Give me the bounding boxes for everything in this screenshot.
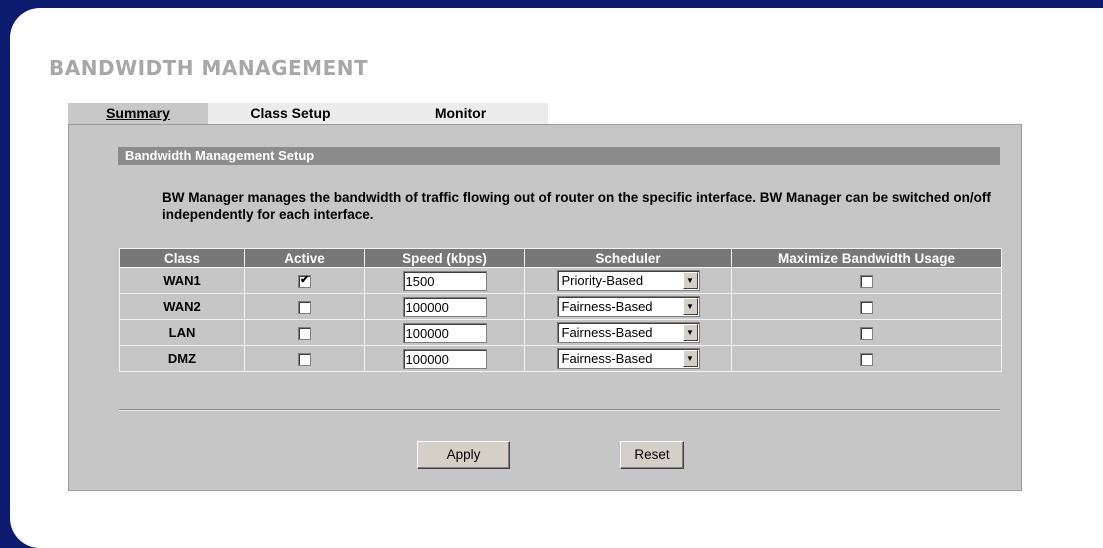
- scheduler-select[interactable]: Fairness-Based ▼: [556, 348, 700, 369]
- dropdown-arrow-icon: ▼: [682, 324, 698, 341]
- maximize-checkbox[interactable]: [860, 353, 873, 367]
- tab-monitor[interactable]: Monitor: [373, 103, 548, 124]
- table-row: LAN 100000 Fairness-Based ▼: [119, 319, 1002, 346]
- scheduler-value: Fairness-Based: [561, 351, 653, 366]
- bandwidth-table: Class Active Speed (kbps) Scheduler Maxi…: [119, 248, 1002, 372]
- maximize-checkbox[interactable]: [860, 301, 873, 315]
- tab-class-setup[interactable]: Class Setup: [208, 103, 373, 124]
- tab-monitor-label: Monitor: [434, 105, 487, 121]
- section-title: Bandwidth Management Setup: [118, 147, 1000, 165]
- scheduler-select[interactable]: Fairness-Based ▼: [556, 322, 700, 343]
- maximize-checkbox[interactable]: [860, 327, 873, 341]
- active-checkbox[interactable]: [298, 301, 311, 315]
- speed-input[interactable]: 100000: [402, 296, 487, 317]
- check-mark-icon: ✔: [300, 274, 310, 287]
- active-checkbox[interactable]: [298, 353, 311, 367]
- dropdown-arrow-icon: ▼: [682, 272, 698, 289]
- active-checkbox[interactable]: ✔: [298, 274, 311, 289]
- table-header-row: Class Active Speed (kbps) Scheduler Maxi…: [119, 248, 1002, 268]
- divider: [119, 409, 1000, 411]
- maximize-checkbox[interactable]: [860, 275, 873, 289]
- header-maximize: Maximize Bandwidth Usage: [731, 248, 1002, 268]
- header-scheduler: Scheduler: [524, 248, 732, 268]
- apply-button[interactable]: Apply: [417, 441, 510, 469]
- header-active: Active: [244, 248, 365, 268]
- tab-class-setup-label: Class Setup: [250, 105, 331, 121]
- active-checkbox[interactable]: [298, 327, 311, 341]
- dropdown-arrow-icon: ▼: [682, 298, 698, 315]
- reset-button[interactable]: Reset: [620, 441, 684, 469]
- speed-input[interactable]: 1500: [402, 270, 487, 291]
- header-class: Class: [119, 248, 245, 268]
- class-name: WAN2: [119, 293, 245, 320]
- scheduler-select[interactable]: Fairness-Based ▼: [556, 296, 700, 317]
- scheduler-value: Fairness-Based: [561, 325, 653, 340]
- class-name: LAN: [119, 319, 245, 346]
- class-name: WAN1: [119, 267, 245, 294]
- tab-summary[interactable]: Summary: [68, 103, 208, 124]
- speed-input[interactable]: 100000: [402, 322, 487, 343]
- scheduler-select[interactable]: Priority-Based ▼: [556, 270, 700, 291]
- scheduler-value: Fairness-Based: [561, 299, 653, 314]
- dropdown-arrow-icon: ▼: [682, 350, 698, 367]
- table-row: DMZ 100000 Fairness-Based ▼: [119, 345, 1002, 372]
- settings-panel: Bandwidth Management Setup BW Manager ma…: [68, 124, 1022, 491]
- tab-bar: Summary Class Setup Monitor: [68, 103, 548, 124]
- class-name: DMZ: [119, 345, 245, 372]
- page-title: BANDWIDTH MANAGEMENT: [49, 56, 369, 80]
- tab-summary-label: Summary: [106, 105, 170, 121]
- table-row: WAN2 100000 Fairness-Based ▼: [119, 293, 1002, 320]
- description-text: BW Manager manages the bandwidth of traf…: [162, 190, 991, 222]
- header-speed: Speed (kbps): [364, 248, 525, 268]
- table-row: WAN1 ✔ 1500 Priority-Based ▼: [119, 267, 1002, 294]
- scheduler-value: Priority-Based: [561, 273, 644, 288]
- speed-input[interactable]: 100000: [402, 348, 487, 369]
